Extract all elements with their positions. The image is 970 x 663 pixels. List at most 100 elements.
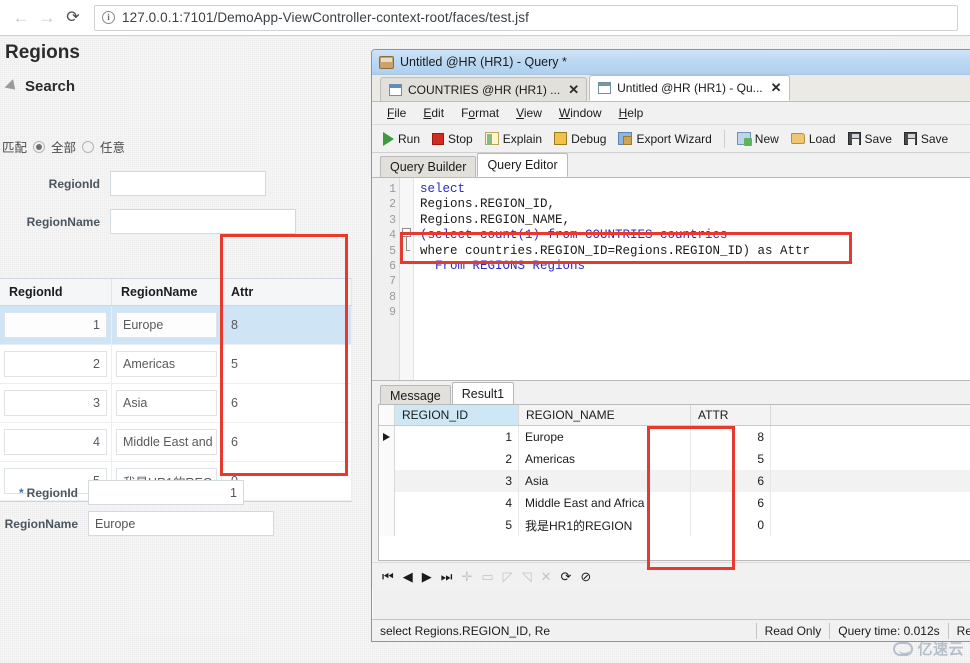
cell-regionid-value[interactable]: 3 bbox=[4, 390, 107, 416]
load-button[interactable]: Load bbox=[786, 130, 841, 148]
status-readonly: Read Only bbox=[764, 623, 822, 638]
previous-record-icon[interactable]: ◀ bbox=[403, 570, 413, 583]
run-button[interactable]: Run bbox=[378, 130, 425, 148]
table-row[interactable]: 3 Asia 6 bbox=[0, 384, 352, 423]
result-row[interactable]: 5 我是HR1的REGION 0 bbox=[379, 514, 970, 536]
disclosure-triangle-icon[interactable] bbox=[4, 79, 20, 94]
radio-all[interactable] bbox=[33, 140, 46, 153]
sql-line-1: select bbox=[420, 182, 466, 196]
detail-field-regionname-label: RegionName bbox=[4, 516, 78, 531]
detail-input-regionid[interactable] bbox=[88, 480, 244, 505]
first-record-icon[interactable]: ⏮ bbox=[382, 570, 394, 583]
menu-help[interactable]: Help bbox=[612, 104, 651, 122]
line-number: 6 bbox=[389, 260, 396, 274]
cell-regionname-value[interactable]: Asia bbox=[116, 390, 217, 416]
save-as-button[interactable]: Save bbox=[899, 130, 953, 148]
stop-button[interactable]: Stop bbox=[427, 130, 478, 148]
address-bar[interactable]: i 127.0.0.1:7101/DemoApp-ViewController-… bbox=[94, 4, 958, 31]
result-grid[interactable]: REGION_ID REGION_NAME ATTR 1 Europe 8 2 … bbox=[378, 404, 970, 561]
close-icon[interactable]: ✕ bbox=[771, 80, 782, 96]
next-record-icon[interactable]: ▶ bbox=[422, 570, 432, 583]
tab-query-editor[interactable]: Query Editor bbox=[477, 153, 568, 177]
table-row[interactable]: 4 Middle East and 6 bbox=[0, 423, 352, 462]
cell-regionname[interactable]: Europe bbox=[112, 306, 222, 344]
cell-attr-value: 8 bbox=[231, 318, 238, 332]
cell-attr-value: 6 bbox=[231, 396, 238, 410]
cell-attr: 6 bbox=[222, 423, 352, 461]
fold-toggle-icon[interactable]: − bbox=[402, 228, 411, 237]
debug-button[interactable]: Debug bbox=[549, 130, 611, 148]
menu-format[interactable]: Format bbox=[454, 104, 506, 122]
tab-result1[interactable]: Result1 bbox=[451, 382, 515, 405]
column-header-regionid[interactable]: RegionId bbox=[0, 279, 112, 305]
doc-tab-countries[interactable]: COUNTRIES @HR (HR1) ... ✕ bbox=[380, 77, 588, 101]
export-wizard-button[interactable]: Export Wizard bbox=[613, 130, 716, 148]
edit-record-icon: ◸ bbox=[502, 568, 513, 584]
back-icon[interactable]: ← bbox=[8, 5, 34, 31]
result-row[interactable]: 1 Europe 8 bbox=[379, 426, 970, 448]
search-section-header[interactable]: Search bbox=[4, 78, 75, 95]
result-column-attr[interactable]: ATTR bbox=[691, 405, 771, 425]
cell-regionid[interactable]: 4 bbox=[0, 423, 112, 461]
line-number-gutter: 1 2 3 4 5 6 7 8 9 bbox=[372, 178, 400, 380]
cell-regionid-value[interactable]: 1 bbox=[4, 312, 107, 338]
detail-input-regionname[interactable] bbox=[88, 511, 274, 536]
row-marker bbox=[379, 492, 395, 514]
cell-regionid[interactable]: 3 bbox=[0, 384, 112, 422]
explain-button[interactable]: Explain bbox=[480, 130, 547, 148]
cancel-icon[interactable]: ⊘ bbox=[580, 570, 591, 583]
tab-query-builder[interactable]: Query Builder bbox=[380, 156, 477, 177]
column-header-regionname[interactable]: RegionName bbox=[112, 279, 222, 305]
cell-regionid-value[interactable]: 2 bbox=[4, 351, 107, 377]
radio-any[interactable] bbox=[82, 140, 95, 153]
sql-code[interactable]: select Regions.REGION_ID, Regions.REGION… bbox=[414, 178, 970, 380]
cell-regionid[interactable]: 2 bbox=[0, 345, 112, 383]
run-icon bbox=[383, 131, 394, 146]
table-row[interactable]: 1 Europe 8 bbox=[0, 306, 352, 345]
result-row[interactable]: 3 Asia 6 bbox=[379, 470, 970, 492]
table-row[interactable]: 2 Americas 5 bbox=[0, 345, 352, 384]
menu-window[interactable]: Window bbox=[552, 104, 609, 122]
menu-file[interactable]: FFileile bbox=[380, 104, 413, 122]
row-marker bbox=[379, 470, 395, 492]
line-number: 4 bbox=[389, 229, 396, 243]
site-info-icon[interactable]: i bbox=[102, 11, 115, 24]
refresh-icon[interactable]: ⟳ bbox=[561, 570, 572, 583]
radio-any-label: 任意 bbox=[100, 141, 126, 155]
reload-icon[interactable]: ⟳ bbox=[60, 5, 86, 31]
search-input-regionname[interactable] bbox=[110, 209, 296, 234]
new-button[interactable]: New bbox=[732, 130, 784, 148]
cell-regionname[interactable]: Asia bbox=[112, 384, 222, 422]
line-number: 5 bbox=[389, 244, 396, 258]
detail-field-regionid-label: * RegionId bbox=[19, 485, 78, 500]
line-number: 8 bbox=[389, 290, 396, 304]
cell-regionname[interactable]: Americas bbox=[112, 345, 222, 383]
search-input-regionid[interactable] bbox=[110, 171, 266, 196]
tab-message[interactable]: Message bbox=[380, 385, 451, 405]
code-fold-column[interactable]: − bbox=[400, 178, 414, 380]
result-row[interactable]: 4 Middle East and Africa 6 bbox=[379, 492, 970, 514]
menubar: FFileile Edit Format View Window Help bbox=[372, 102, 970, 125]
menu-edit[interactable]: Edit bbox=[416, 104, 451, 122]
sql-editor[interactable]: 1 2 3 4 5 6 7 8 9 − select Regions.REGIO… bbox=[372, 178, 970, 381]
line-number: 7 bbox=[389, 275, 396, 289]
result-column-region-name[interactable]: REGION_NAME bbox=[519, 405, 691, 425]
save-button[interactable]: Save bbox=[843, 130, 897, 148]
cell-regionname-value[interactable]: Middle East and bbox=[116, 429, 217, 455]
result-column-region-id[interactable]: REGION_ID bbox=[395, 405, 519, 425]
forward-icon[interactable]: → bbox=[34, 5, 60, 31]
last-record-icon[interactable]: ⏭ bbox=[441, 570, 453, 583]
result-cell-attr: 8 bbox=[691, 426, 771, 448]
result-row[interactable]: 2 Americas 5 bbox=[379, 448, 970, 470]
cell-regionname-value[interactable]: Americas bbox=[116, 351, 217, 377]
cell-regionname[interactable]: Middle East and bbox=[112, 423, 222, 461]
cell-regionname-value[interactable]: Europe bbox=[116, 312, 217, 338]
column-header-attr[interactable]: Attr bbox=[222, 279, 352, 305]
cell-regionid-value[interactable]: 4 bbox=[4, 429, 107, 455]
doc-tab-untitled[interactable]: Untitled @HR (HR1) - Qu... ✕ bbox=[589, 75, 790, 101]
cell-regionid[interactable]: 1 bbox=[0, 306, 112, 344]
row-marker bbox=[379, 426, 395, 448]
row-marker bbox=[379, 448, 395, 470]
menu-view[interactable]: View bbox=[509, 104, 549, 122]
close-icon[interactable]: ✕ bbox=[568, 82, 579, 98]
